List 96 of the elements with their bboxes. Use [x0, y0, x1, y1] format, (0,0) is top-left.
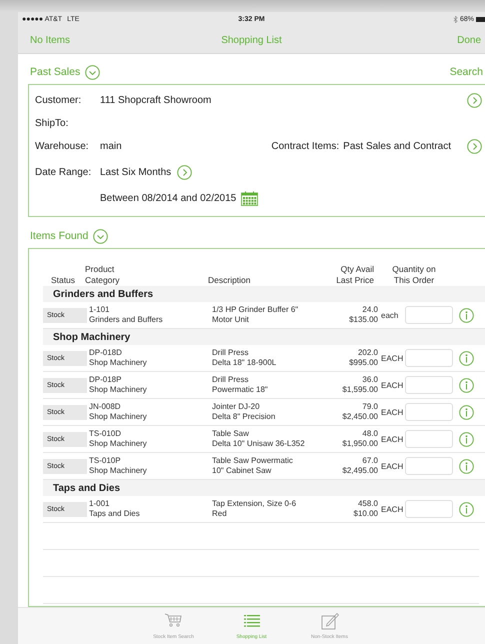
info-icon[interactable] [459, 378, 474, 392]
chevron-right-icon[interactable] [467, 93, 482, 108]
last-price: $1,950.00 [341, 439, 378, 449]
field-value: main [100, 141, 122, 152]
quantity-field[interactable] [405, 349, 453, 367]
quantity-field[interactable] [405, 376, 453, 394]
unit-text: EACH [380, 462, 404, 470]
column-header: Qty Avail Last Price [335, 264, 374, 286]
description-text: Tap Extension, Size 0-6 [212, 499, 298, 509]
last-price: $135.00 [348, 315, 378, 325]
date-range-text: Between 08/2014 and 02/2015 [100, 192, 236, 204]
quantity-field[interactable] [405, 500, 453, 518]
category-text: Shop Machinery [89, 466, 148, 476]
category-text: Shop Machinery [89, 412, 148, 422]
done-button[interactable]: Done [457, 34, 481, 46]
qty-available: 67.0 [361, 456, 378, 466]
column-header: Product Category [84, 264, 120, 286]
search-link[interactable]: Search [450, 66, 485, 78]
unit-text: EACH [380, 354, 404, 362]
no-items-button[interactable]: No Items [30, 34, 70, 46]
description-text: Delta 18" 18-900L [212, 358, 278, 368]
description-text: Drill Press [212, 375, 250, 385]
unit-text: EACH [380, 434, 404, 444]
description-text: 1/3 HP Grinder Buffer 6" [212, 305, 300, 315]
field-value: Past Sales and Contract [343, 141, 451, 152]
group-title: Taps and Dies [53, 482, 120, 494]
column-header: Description [208, 275, 252, 286]
category-text: Shop Machinery [89, 385, 148, 395]
field-label: Date Range: [35, 166, 92, 178]
category-text: Grinders and Buffers [89, 315, 164, 325]
field-label: Customer: [35, 95, 82, 106]
description-text: Jointer DJ-20 [212, 402, 261, 412]
info-icon[interactable] [459, 350, 474, 366]
info-icon[interactable] [459, 458, 474, 474]
field-value: Last Six Months [100, 166, 172, 178]
description-text: Motor Unit [212, 315, 250, 325]
column-header: Quantity on This Order [391, 264, 437, 286]
last-price: $1,595.00 [341, 385, 378, 395]
bluetooth-icon [452, 16, 458, 23]
group-title: Grinders and Buffers [53, 288, 154, 300]
field-value: 111 Shopcraft Showroom [100, 95, 212, 106]
description-text: Delta 10" Unisaw 36-L352 [212, 439, 306, 449]
column-header: Status [50, 275, 76, 286]
last-price: $10.00 [352, 509, 378, 519]
info-icon[interactable] [459, 432, 474, 446]
unit-text: each [380, 310, 400, 320]
group-title: Shop Machinery [53, 332, 130, 342]
product-code: TS-010D [89, 429, 122, 439]
qty-available: 202.0 [356, 348, 378, 358]
info-icon[interactable] [459, 404, 474, 420]
qty-available: 79.0 [361, 402, 378, 412]
info-icon[interactable] [459, 308, 474, 322]
edit-icon [320, 612, 340, 630]
qty-available: 36.0 [361, 375, 378, 385]
product-code: JN-008D [89, 402, 122, 412]
qty-available: 24.0 [361, 305, 378, 315]
product-code: DP-018D [89, 348, 123, 358]
description-text: Delta 8" Precision [212, 412, 276, 422]
info-icon[interactable] [459, 502, 474, 516]
quantity-field[interactable] [405, 457, 453, 475]
product-code: DP-018P [89, 375, 122, 385]
chevron-right-icon[interactable] [467, 139, 482, 154]
product-code: 1-001 [89, 499, 110, 509]
description-text: Table Saw Powermatic [212, 456, 294, 466]
chevron-down-icon[interactable] [85, 64, 100, 80]
qty-available: 458.0 [356, 499, 378, 509]
description-text: Red [212, 509, 228, 519]
field-label: Contract Items: [271, 141, 340, 152]
last-price: $2,450.00 [341, 412, 378, 422]
unit-text: EACH [380, 408, 404, 416]
quantity-field[interactable] [405, 430, 453, 448]
chevron-right-icon[interactable] [177, 164, 192, 180]
last-price: $995.00 [348, 358, 378, 368]
description-text: 10" Cabinet Saw [212, 466, 272, 476]
screen-title: Shopping List [221, 34, 282, 46]
chevron-down-icon[interactable] [93, 228, 108, 244]
battery-icon [476, 17, 485, 22]
description-text: Powermatic 18" [212, 385, 269, 395]
section-title: Past Sales [30, 66, 80, 78]
category-text: Shop Machinery [89, 358, 148, 368]
product-code: TS-010P [89, 456, 122, 466]
section-title: Items Found [30, 230, 88, 242]
category-text: Taps and Dies [89, 509, 141, 519]
calendar-icon[interactable] [241, 190, 258, 206]
quantity-field[interactable] [405, 306, 453, 324]
quantity-field[interactable] [405, 403, 453, 421]
last-price: $2,495.00 [341, 466, 378, 476]
qty-available: 48.0 [361, 429, 378, 439]
field-label: ShipTo: [35, 118, 70, 129]
category-text: Shop Machinery [89, 439, 148, 449]
unit-text: EACH [380, 380, 404, 390]
description-text: Table Saw [212, 429, 250, 439]
field-label: Warehouse: [35, 141, 90, 152]
product-code: 1-101 [89, 305, 110, 315]
unit-text: EACH [380, 504, 404, 514]
description-text: Drill Press [212, 348, 250, 358]
